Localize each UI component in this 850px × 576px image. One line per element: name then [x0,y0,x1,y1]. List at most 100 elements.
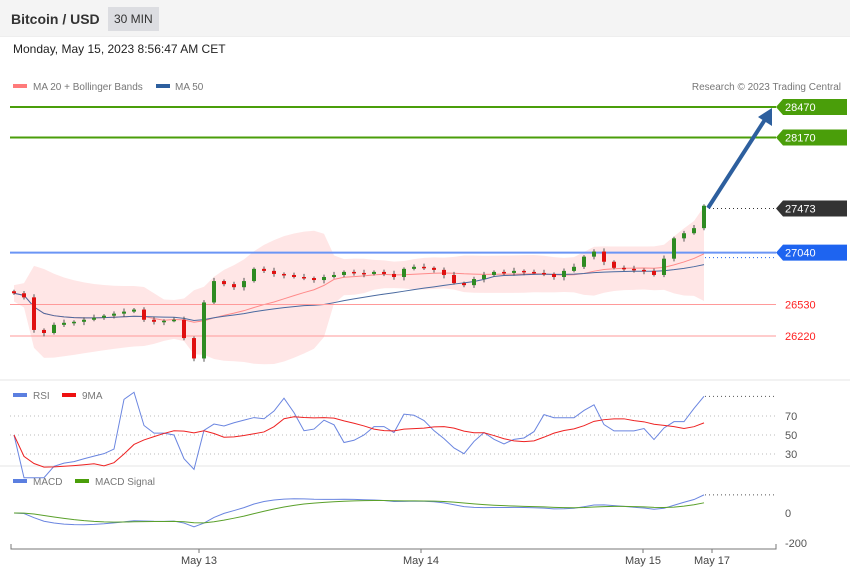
candle [142,309,146,320]
macd-signal-line [13,500,705,524]
rsi-ma-legend: 9MA [82,391,103,402]
candle [412,266,416,269]
candle [682,233,686,239]
candle [582,256,586,267]
candle [442,269,446,275]
candle [512,270,516,273]
candle [352,271,356,274]
candle [52,324,56,333]
candle [292,274,296,278]
candle [452,274,456,284]
macd-legend-swatch [13,479,27,483]
rsi-tick: 50 [785,430,797,442]
candle [362,272,366,275]
candle [332,274,336,278]
candle [202,302,206,359]
pivot-label: 27040 [785,248,816,260]
candle [482,274,486,280]
candle [662,258,666,275]
ma20-legend-swatch [13,84,27,88]
rsi-tick: 70 [785,411,797,423]
rsi-ma-line [13,416,705,468]
candle [72,321,76,324]
candle [272,270,276,274]
candle [182,319,186,339]
candle [242,281,246,288]
candle [372,271,376,274]
rsi-legend: RSI [33,391,50,402]
candle [612,261,616,268]
candle [252,268,256,282]
candle [552,273,556,278]
bollinger-band [14,206,704,365]
macd-tick: 0 [785,508,791,520]
candle [222,281,226,285]
current-price-label: 27473 [785,203,816,215]
x-axis-label: May 13 [181,555,217,567]
candle [302,277,306,279]
credit: Research © 2023 Trading Central [692,82,841,93]
macd-signal-legend-swatch [75,479,89,483]
candle [12,291,16,294]
candle [22,293,26,298]
forecast-arrow [706,116,768,210]
ma20-legend: MA 20 + Bollinger Bands [33,82,143,93]
ma50-legend: MA 50 [175,82,204,93]
candle [262,268,266,271]
candle [432,267,436,270]
candle [152,319,156,322]
support-1-label: 26530 [785,299,816,311]
candle [342,271,346,275]
candle [192,338,196,359]
rsi-tick: 30 [785,449,797,461]
candle [642,269,646,272]
macd-legend: MACD [33,477,62,488]
rsi-legend-swatch [13,393,27,397]
candle [382,271,386,274]
candle [572,266,576,271]
resistance-2-label: 28470 [785,102,816,114]
candle [502,271,506,274]
candle [632,268,636,271]
candle [132,309,136,312]
price-chart: MA 20 + Bollinger Bands MA 50 Research ©… [0,82,850,567]
candle [282,273,286,276]
candle [672,238,676,259]
candle [522,270,526,273]
candle [702,205,706,229]
candle [102,315,106,318]
candle [402,268,406,278]
candle [122,311,126,314]
candle [62,322,66,325]
x-axis-label: May 14 [403,555,439,567]
candle [542,272,546,275]
forecast-arrow-head [758,108,772,126]
candle [42,329,46,333]
candle [472,279,476,286]
candle [312,278,316,281]
x-axis [10,544,777,550]
candle [462,283,466,286]
candle [162,320,166,323]
rsi-ma-legend-swatch [62,393,76,397]
x-axis-label: May 15 [625,555,661,567]
candle [172,319,176,322]
resistance-1-label: 28170 [785,133,816,145]
candle [692,228,696,234]
candle [602,251,606,262]
candle [622,267,626,270]
candle [422,266,426,269]
candle [562,270,566,278]
candle [112,313,116,316]
candle [652,270,656,275]
candle [322,277,326,281]
macd-signal-legend: MACD Signal [95,477,155,488]
candle [32,297,36,330]
support-2-label: 26220 [785,331,816,343]
x-axis-label: May 17 [694,555,730,567]
candle [532,271,536,274]
candle [232,284,236,288]
candle [92,317,96,320]
candle [212,281,216,303]
macd-tick: -200 [785,538,807,550]
